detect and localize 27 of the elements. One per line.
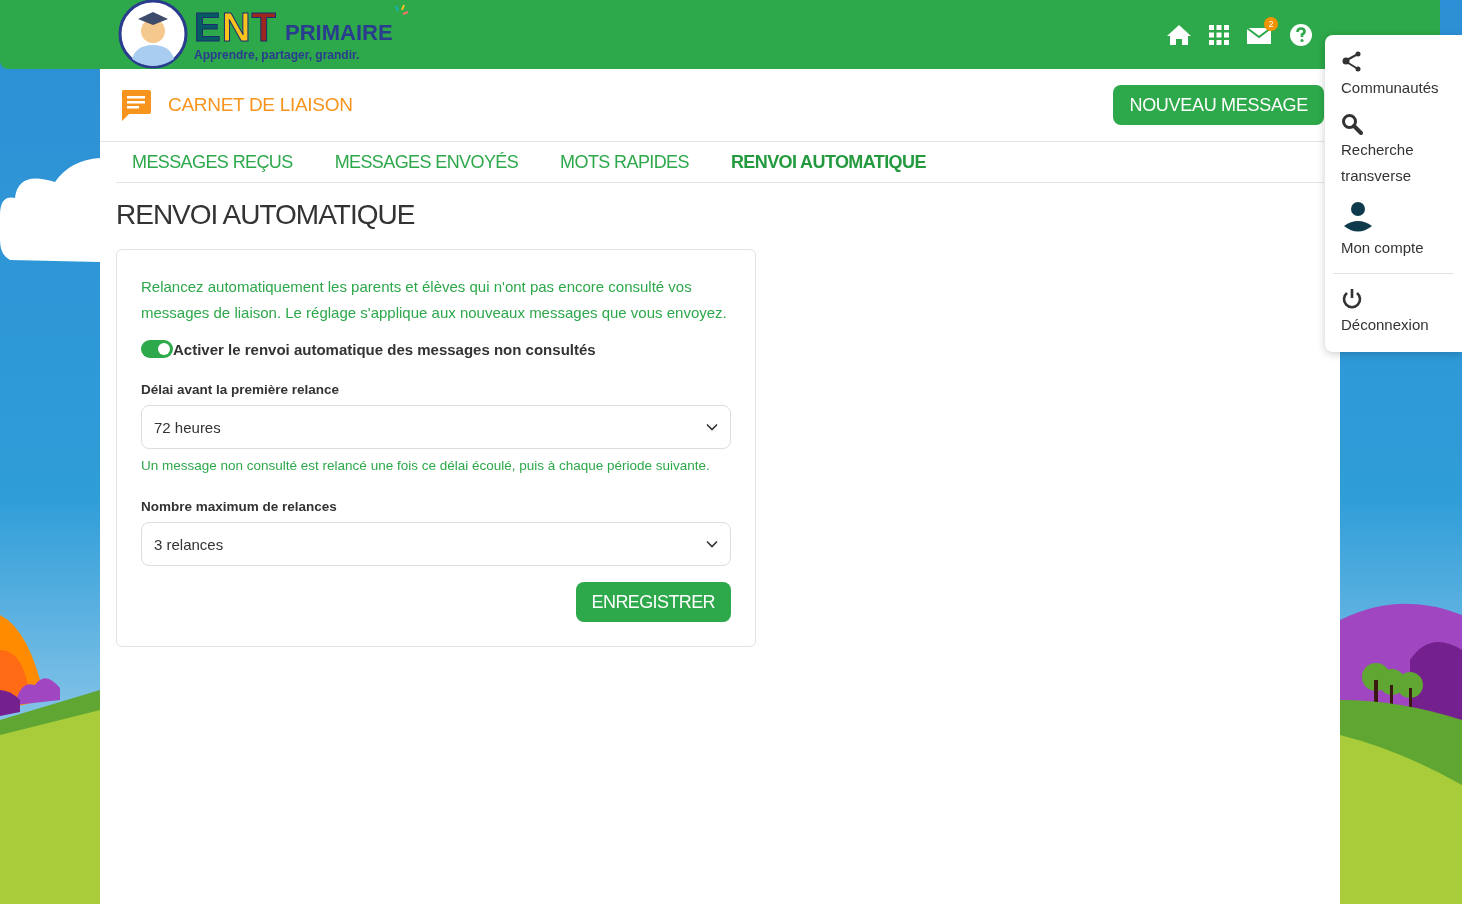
sparkle-icon — [394, 3, 409, 15]
page-title: RENVOI AUTOMATIQUE — [116, 199, 416, 231]
module-title: CARNET DE LIAISON — [168, 94, 353, 116]
menu-item[interactable]: Communautés — [1341, 75, 1451, 101]
help-icon[interactable] — [1288, 21, 1314, 48]
field-label: Nombre maximum de relances — [141, 499, 338, 514]
toggle-label: Activer le renvoi automatique des messages non consultés — [173, 340, 596, 358]
brand-name: PRIMAIRE — [285, 21, 393, 44]
power-icon — [1341, 288, 1363, 310]
chat-icon — [120, 88, 152, 122]
chevron-down-icon — [706, 540, 718, 548]
share-icon — [1341, 51, 1363, 73]
menu-item[interactable]: Déconnexion — [1341, 312, 1451, 338]
toggle-switch[interactable] — [141, 340, 173, 358]
field-label: Délai avant la première relance — [141, 382, 341, 397]
menu-item[interactable]: Recherche transverse — [1341, 137, 1451, 189]
brand-name: ENT — [194, 7, 277, 46]
menu-item[interactable]: Mon compte — [1341, 235, 1451, 261]
tab[interactable]: RENVOI AUTOMATIQUE — [730, 151, 926, 173]
hint-text: Un message non consulté est relancé une fois ce délai écoulé, puis à chaque période suivante. — [141, 457, 711, 475]
search-icon — [1341, 113, 1363, 135]
unread-count-badge: 2 — [1264, 16, 1278, 31]
select-field[interactable]: 72 heures — [141, 405, 731, 449]
chevron-down-icon — [706, 423, 718, 431]
intro-text: Relancez automatiquement les parents et élèves qui n'ont pas encore consulté vos messages de liaison. Le réglage s'applique aux nouveaux messages que vous envoyez. — [141, 277, 728, 323]
logo-tagline: Apprendre, partager, grandir. — [194, 47, 361, 62]
select-field[interactable]: 3 relances — [141, 522, 731, 566]
